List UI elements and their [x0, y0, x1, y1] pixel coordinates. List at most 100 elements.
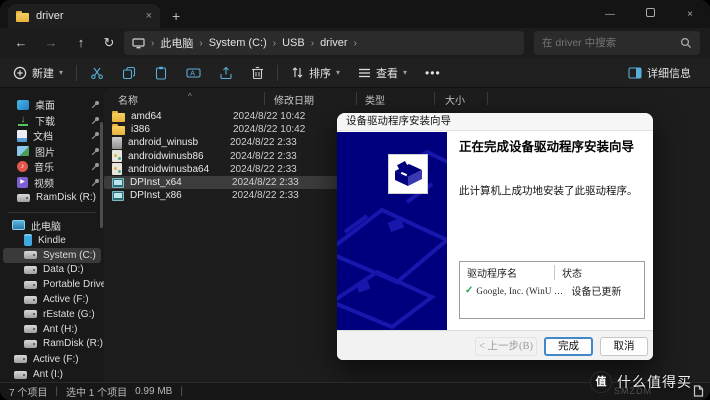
- column-date[interactable]: 修改日期: [274, 92, 314, 107]
- search-input[interactable]: [542, 37, 680, 49]
- crumb-separator: ›: [311, 38, 314, 49]
- sidebar-item-active-f[interactable]: Active (F:): [0, 292, 104, 307]
- sort-button[interactable]: 排序 ▾: [282, 60, 349, 86]
- tab-strip: driver × + — ×: [0, 0, 710, 28]
- maximize-button[interactable]: [630, 8, 670, 20]
- sidebar-item-active-f-2[interactable]: Active (F:): [0, 351, 104, 367]
- delete-button[interactable]: [242, 60, 273, 86]
- sidebar-divider: [8, 212, 96, 213]
- sidebar-item-ramdisk-r[interactable]: RamDisk (R:): [0, 337, 104, 352]
- drive-icon: [14, 355, 27, 363]
- sidebar-item-documents[interactable]: 文档: [0, 128, 104, 144]
- minimize-button[interactable]: —: [590, 9, 630, 20]
- copy-button[interactable]: [113, 60, 145, 86]
- breadcrumb[interactable]: › 此电脑 › System (C:) › USB › driver ›: [124, 31, 524, 55]
- sidebar-item-videos[interactable]: ▶ 视频: [0, 175, 104, 191]
- sidebar-item-ant-clipped[interactable]: Ant (I:): [0, 367, 104, 382]
- crumb-separator: ›: [354, 38, 357, 49]
- navigation-pane: 桌面 ↓ 下载 文档 图片 ♪ 音乐: [0, 88, 104, 382]
- sidebar-item-label: Data (D:): [43, 264, 84, 275]
- sidebar-scrollbar[interactable]: [100, 122, 103, 228]
- dialog-title[interactable]: 设备驱动程序安装向导: [337, 113, 653, 131]
- drive-icon: [14, 371, 27, 379]
- crumb-driver[interactable]: driver: [320, 37, 348, 49]
- setup-file-icon: [112, 137, 122, 149]
- crumb-system-c[interactable]: System (C:): [209, 37, 267, 49]
- sidebar-item-portable-drive[interactable]: Portable Drive: [0, 277, 104, 292]
- sidebar-item-label: 此电脑: [31, 218, 61, 233]
- details-label: 详细信息: [647, 65, 691, 81]
- svg-text:A: A: [190, 70, 195, 77]
- cut-button[interactable]: [81, 60, 113, 86]
- dll-file-icon: [112, 150, 122, 162]
- crumb-separator: ›: [199, 38, 202, 49]
- sidebar-item-label: 视频: [34, 175, 54, 190]
- window-controls: — ×: [590, 0, 710, 28]
- column-size[interactable]: 大小: [445, 92, 465, 107]
- success-check-icon: ✓: [465, 285, 473, 296]
- sidebar-item-label: 桌面: [35, 97, 55, 112]
- new-button[interactable]: 新建 ▾: [4, 60, 72, 86]
- column-name[interactable]: 名称: [118, 92, 138, 107]
- crumb-this-pc[interactable]: 此电脑: [160, 35, 193, 51]
- sidebar-item-ant-h[interactable]: Ant (H:): [0, 322, 104, 337]
- address-bar: ← → ↑ ↻ › 此电脑 › System (C:) › USB › driv…: [0, 28, 710, 58]
- sort-ascending-icon: ^: [188, 92, 192, 101]
- cancel-button[interactable]: 取消: [600, 337, 648, 356]
- sidebar-item-music[interactable]: ♪ 音乐: [0, 159, 104, 175]
- sidebar-item-kindle[interactable]: Kindle: [0, 233, 104, 248]
- new-tab-button[interactable]: +: [172, 4, 180, 28]
- details-pane-button[interactable]: 详细信息: [619, 60, 700, 86]
- paste-button[interactable]: [145, 60, 177, 86]
- sidebar-item-desktop[interactable]: 桌面: [0, 97, 104, 113]
- file-name: DPInst_x64: [130, 177, 232, 188]
- file-date: 2024/8/22 10:42: [233, 124, 305, 135]
- tab-close-icon[interactable]: ×: [146, 10, 152, 22]
- back-button[interactable]: ←: [10, 32, 32, 54]
- column-divider[interactable]: [434, 92, 435, 105]
- sidebar-item-this-pc[interactable]: 此电脑: [0, 218, 104, 234]
- view-button[interactable]: 查看 ▾: [349, 60, 416, 86]
- pin-icon: [91, 178, 100, 187]
- driver-table-row[interactable]: ✓ Google, Inc. (WinU … 设备已更新: [460, 281, 644, 298]
- wizard-message: 此计算机上成功地安装了此驱动程序。: [459, 183, 645, 198]
- column-divider[interactable]: [264, 92, 265, 105]
- driver-status: 设备已更新: [563, 283, 621, 298]
- rename-button[interactable]: A: [177, 60, 210, 86]
- sidebar-item-ramdisk[interactable]: RamDisk (R:): [0, 190, 104, 206]
- sidebar-item-system-c[interactable]: System (C:): [3, 248, 101, 263]
- folder-icon: [112, 113, 125, 122]
- up-button[interactable]: ↑: [70, 32, 92, 54]
- column-divider[interactable]: [356, 92, 357, 105]
- wizard-heading: 正在完成设备驱动程序安装向导: [459, 140, 645, 156]
- folder-icon: [16, 13, 29, 22]
- file-date: 2024/8/22 2:33: [232, 177, 299, 188]
- drive-icon: [17, 194, 30, 202]
- wizard-banner-panel: [337, 132, 447, 330]
- more-options-button[interactable]: •••: [416, 60, 450, 86]
- share-button[interactable]: [210, 60, 242, 86]
- sidebar-item-pictures[interactable]: 图片: [0, 144, 104, 160]
- column-type[interactable]: 类型: [365, 92, 385, 107]
- sidebar-item-label: Ant (H:): [43, 324, 77, 335]
- status-column: 状态: [555, 265, 582, 280]
- tab-driver[interactable]: driver ×: [8, 4, 160, 28]
- column-divider[interactable]: [487, 92, 488, 105]
- close-button[interactable]: ×: [670, 9, 710, 20]
- pictures-icon: [17, 146, 29, 156]
- back-step-button[interactable]: < 上一步(B): [475, 337, 537, 356]
- search-box[interactable]: [534, 31, 700, 55]
- sidebar-item-label: Active (F:): [33, 354, 79, 365]
- smzdm-watermark: 值 什么值得买 SMZDM: [591, 372, 692, 392]
- crumb-usb[interactable]: USB: [282, 37, 305, 49]
- sidebar-item-data-d[interactable]: Data (D:): [0, 263, 104, 278]
- forward-button[interactable]: →: [40, 32, 62, 54]
- sidebar-item-label: rEstate (G:): [43, 309, 95, 320]
- sidebar-item-restate-g[interactable]: rEstate (G:): [0, 307, 104, 322]
- refresh-button[interactable]: ↻: [98, 32, 120, 54]
- sidebar-item-downloads[interactable]: ↓ 下载: [0, 113, 104, 129]
- trash-icon: [251, 66, 264, 80]
- file-date: 2024/8/22 2:33: [230, 164, 297, 175]
- selection-count: 选中 1 个项目: [66, 384, 127, 399]
- finish-button[interactable]: 完成: [544, 337, 593, 356]
